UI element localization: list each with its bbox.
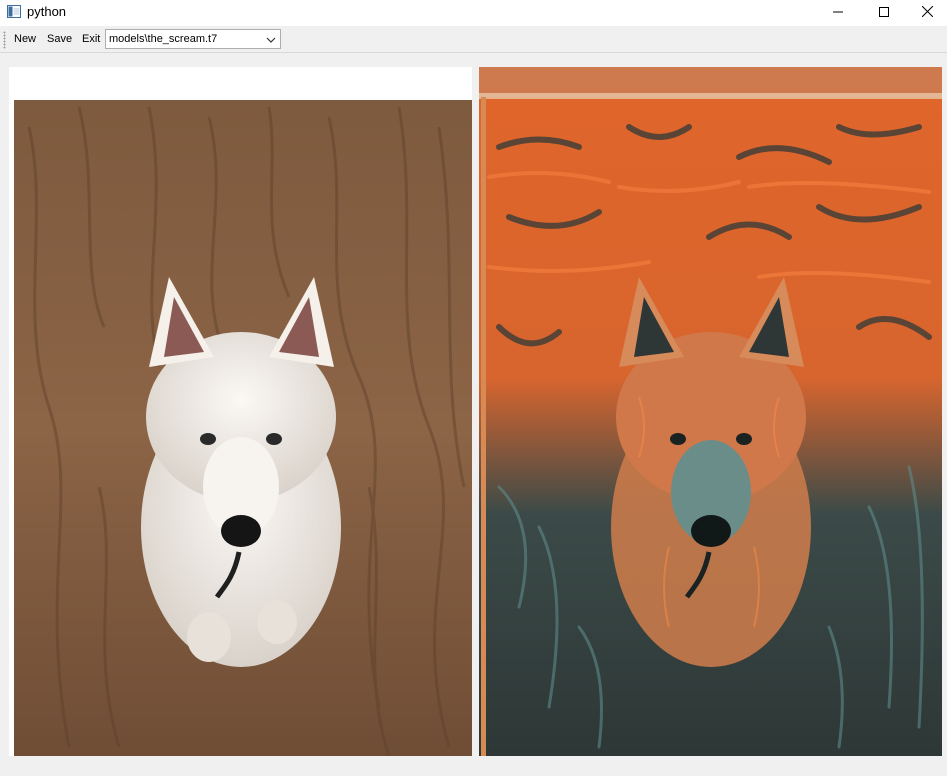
save-button[interactable]: Save [47,33,72,45]
app-window: python New Save Exit models\the_scream.t… [0,0,947,776]
maximize-icon [879,4,889,22]
new-button[interactable]: New [14,33,36,45]
window-title: python [27,4,67,19]
stylized-dog-image [479,67,942,756]
python-app-icon [7,5,21,18]
chevron-down-icon [265,33,277,45]
model-select[interactable]: models\the_scream.t7 [105,29,281,49]
maximize-button[interactable] [861,0,907,26]
toolbar: New Save Exit models\the_scream.t7 [0,28,947,53]
close-icon [921,4,933,22]
dog-photo [9,67,472,756]
close-button[interactable] [907,0,947,26]
stylized-image-panel [479,67,942,756]
minimize-button[interactable] [815,0,861,26]
title-bar[interactable]: python [0,0,947,26]
content-image-panel [9,67,472,756]
minimize-icon [833,4,843,22]
toolbar-grip[interactable] [3,31,6,49]
exit-button[interactable]: Exit [82,33,100,45]
model-select-value: models\the_scream.t7 [109,33,218,45]
